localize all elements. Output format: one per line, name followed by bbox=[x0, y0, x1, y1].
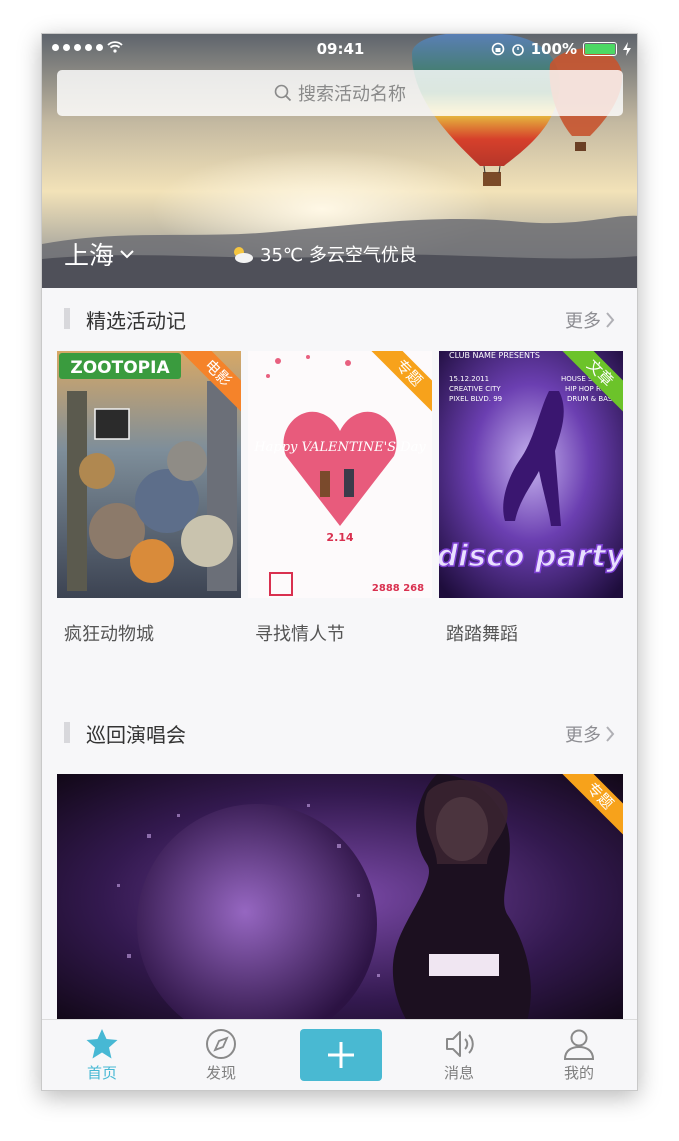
tab-label: 发现 bbox=[205, 1064, 236, 1082]
valentine-poster-image: Happy VALENTINE'S Day 2.14 2888 268 bbox=[248, 351, 432, 598]
concert-poster-image bbox=[57, 774, 623, 1021]
section-marker bbox=[64, 722, 70, 743]
card-title: 疯狂动物城 bbox=[64, 624, 154, 645]
section-title: 巡回演唱会 bbox=[86, 723, 186, 747]
card-title: 踏踏舞蹈 bbox=[446, 624, 518, 645]
tab-profile[interactable]: 我的 bbox=[529, 1028, 629, 1083]
poster-headline: disco party bbox=[439, 539, 623, 574]
alarm-icon bbox=[511, 44, 524, 56]
partly-cloudy-icon bbox=[234, 247, 253, 263]
poster-headline: Happy VALENTINE'S Day bbox=[253, 440, 426, 455]
tab-label: 首页 bbox=[86, 1064, 117, 1082]
city-selector[interactable]: 上海 bbox=[64, 236, 134, 272]
activity-card-valentine[interactable]: Happy VALENTINE'S Day 2.14 2888 268 专题 bbox=[248, 351, 432, 598]
tour-section-header: 巡回演唱会 更多 bbox=[42, 718, 637, 748]
create-button[interactable] bbox=[300, 1029, 382, 1081]
charging-icon bbox=[623, 42, 631, 56]
poster-date: 15.12.2011 bbox=[449, 375, 489, 383]
section-title: 精选活动记 bbox=[86, 309, 186, 333]
concert-banner[interactable]: 专题 bbox=[57, 774, 623, 1021]
poster-venue: CREATIVE CITY bbox=[449, 385, 501, 393]
zootopia-poster-image: ZOOTOPIA bbox=[57, 351, 241, 598]
section-marker bbox=[64, 308, 70, 329]
phone-screen: 09:41 100% 搜索活动名称 上海 35℃ 多云空气优良 精选活动记 更多… bbox=[41, 33, 638, 1091]
more-link[interactable]: 更多 bbox=[565, 721, 615, 747]
featured-section-header: 精选活动记 更多 bbox=[42, 304, 637, 334]
hero-banner: 09:41 100% 搜索活动名称 上海 35℃ 多云空气优良 bbox=[42, 34, 637, 288]
tab-messages[interactable]: 消息 bbox=[409, 1028, 509, 1083]
speaker-icon bbox=[446, 1031, 474, 1057]
battery-percent: 100% bbox=[530, 40, 577, 58]
search-placeholder: 搜索活动名称 bbox=[298, 84, 406, 105]
plus-icon bbox=[328, 1042, 354, 1068]
chevron-down-icon bbox=[120, 250, 134, 259]
tab-home[interactable]: 首页 bbox=[52, 1028, 152, 1083]
weather-info: 35℃ 多云空气优良 bbox=[230, 241, 417, 267]
activity-card-zootopia[interactable]: ZOOTOPIA 电影 bbox=[57, 351, 241, 598]
tab-bar: 首页 发现 消息 我的 bbox=[42, 1019, 637, 1090]
status-right: 100% bbox=[491, 40, 631, 58]
chevron-right-icon bbox=[606, 726, 615, 742]
disco-poster-image: CLUB NAME PRESENTS 15.12.2011 CREATIVE C… bbox=[439, 351, 623, 598]
poster-date: 2.14 bbox=[326, 531, 353, 544]
compass-icon bbox=[206, 1029, 236, 1059]
activity-card-disco[interactable]: CLUB NAME PRESENTS 15.12.2011 CREATIVE C… bbox=[439, 351, 623, 598]
poster-street: PIXEL BLVD. 99 bbox=[449, 395, 502, 403]
poster-club-name: CLUB NAME PRESENTS bbox=[449, 351, 540, 360]
tab-label: 消息 bbox=[443, 1064, 474, 1082]
rotation-lock-icon bbox=[491, 42, 504, 56]
card-title: 寻找情人节 bbox=[255, 624, 345, 645]
more-label: 更多 bbox=[565, 311, 601, 332]
star-icon bbox=[86, 1029, 118, 1059]
battery-icon bbox=[583, 42, 617, 56]
more-label: 更多 bbox=[565, 725, 601, 746]
weather-text: 35℃ 多云空气优良 bbox=[260, 245, 417, 266]
chevron-right-icon bbox=[606, 312, 615, 328]
search-bar[interactable]: 搜索活动名称 bbox=[57, 70, 623, 116]
search-icon bbox=[274, 84, 292, 102]
tab-discover[interactable]: 发现 bbox=[171, 1028, 271, 1083]
poster-title-text: ZOOTOPIA bbox=[70, 358, 170, 378]
city-name: 上海 bbox=[64, 241, 115, 270]
poster-number: 2888 268 bbox=[372, 583, 424, 594]
more-link[interactable]: 更多 bbox=[565, 307, 615, 333]
person-icon bbox=[563, 1029, 595, 1060]
tab-label: 我的 bbox=[563, 1064, 594, 1082]
status-bar: 09:41 100% bbox=[42, 34, 637, 64]
